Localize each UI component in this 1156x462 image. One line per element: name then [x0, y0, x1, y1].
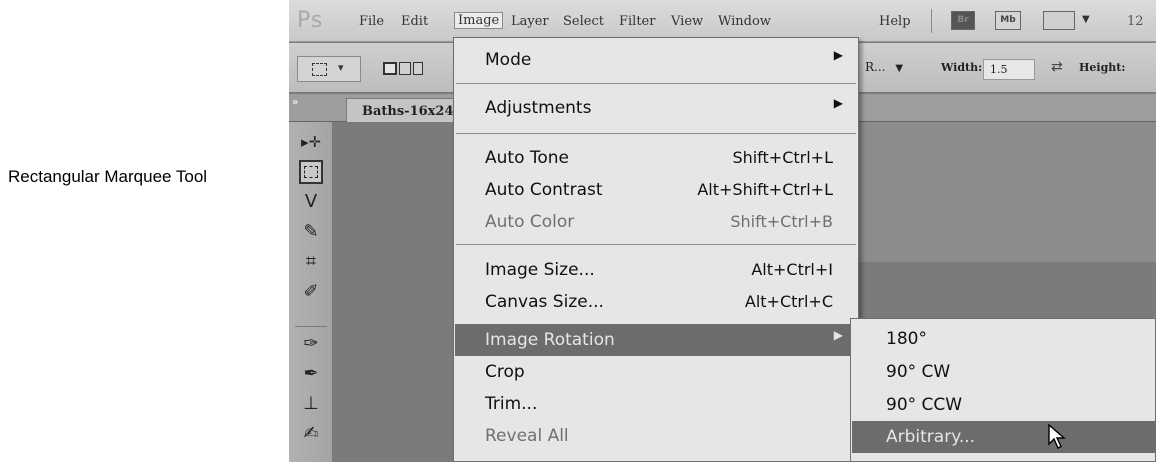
menu-file[interactable]: File	[359, 14, 384, 29]
menu-item-mode[interactable]: Mode ▶	[455, 44, 857, 76]
menu-item-label: Image Rotation	[485, 330, 615, 350]
add-to-selection-icon[interactable]	[399, 62, 411, 75]
new-selection-icon[interactable]	[383, 62, 397, 75]
submenu-item-label: 90° CW	[886, 362, 951, 382]
menu-item-label: Auto Contrast	[485, 180, 603, 200]
submenu-item-label: 90° CCW	[886, 395, 963, 415]
quick-selection-tool-icon[interactable]: ✎	[299, 220, 323, 244]
menu-item-label: Image Size...	[485, 260, 595, 280]
shortcut-label: Shift+Ctrl+B	[730, 212, 833, 231]
submenu-item-90-cw[interactable]: 90° CW	[852, 356, 1156, 388]
width-label: Width:	[941, 61, 983, 74]
triangle-right-icon: ▶	[833, 48, 843, 62]
menu-separator	[456, 133, 856, 134]
submenu-item-arbitrary[interactable]: Arbitrary...	[852, 421, 1156, 453]
swap-arrows-icon[interactable]: ⇄	[1051, 59, 1063, 75]
selection-mode-buttons	[377, 56, 457, 82]
width-input[interactable]: 1.5	[983, 59, 1035, 80]
menu-item-auto-contrast[interactable]: Auto Contrast Alt+Shift+Ctrl+L	[455, 174, 857, 206]
collapse-panel-icon[interactable]: »	[292, 97, 298, 108]
clone-stamp-tool-icon[interactable]: ⊥	[299, 392, 323, 416]
menu-help[interactable]: Help	[879, 14, 911, 29]
canvas-document	[854, 122, 1156, 262]
menu-separator	[456, 83, 856, 84]
marquee-icon	[312, 63, 327, 76]
menu-filter[interactable]: Filter	[619, 14, 655, 29]
lasso-tool-icon[interactable]: ᐯ	[299, 190, 323, 214]
zoom-level[interactable]: 12	[1127, 14, 1144, 29]
style-select-value: R...	[865, 60, 886, 74]
menu-item-adjustments[interactable]: Adjustments ▶	[455, 92, 857, 124]
bridge-button[interactable]: Br	[951, 11, 975, 30]
menu-item-auto-tone[interactable]: Auto Tone Shift+Ctrl+L	[455, 142, 857, 174]
menu-view[interactable]: View	[671, 14, 703, 29]
menu-item-crop[interactable]: Crop	[455, 356, 857, 388]
menu-item-label: Reveal All	[485, 426, 569, 446]
triangle-right-icon: ▶	[833, 328, 843, 342]
chevron-down-icon: ▾	[338, 61, 344, 74]
subtract-selection-icon[interactable]	[413, 62, 423, 75]
menu-item-canvas-size[interactable]: Canvas Size... Alt+Ctrl+C	[455, 286, 857, 318]
shortcut-label: Alt+Ctrl+I	[751, 260, 833, 279]
move-tool-icon[interactable]: ▸✛	[299, 130, 323, 154]
screen-mode-button[interactable]	[1043, 11, 1075, 30]
menu-item-label: Trim...	[485, 394, 538, 414]
tool-preset-picker[interactable]: ▾	[297, 56, 361, 82]
menu-item-image-rotation[interactable]: Image Rotation ▶	[455, 324, 857, 356]
mini-bridge-button[interactable]: Mb	[995, 11, 1021, 30]
shortcut-label: Alt+Ctrl+C	[744, 292, 833, 311]
menu-item-label: Auto Color	[485, 212, 575, 232]
submenu-item-180[interactable]: 180°	[852, 323, 1156, 355]
menu-window[interactable]: Window	[718, 14, 771, 29]
chevron-down-icon[interactable]: ▼	[1082, 14, 1090, 25]
photoshop-window: Ps File Edit Image Layer Select Filter V…	[289, 0, 1156, 462]
menu-item-label: Canvas Size...	[485, 292, 604, 312]
style-select[interactable]: R... ▼	[865, 60, 930, 80]
submenu-item-label: 180°	[886, 329, 927, 349]
menu-item-label: Mode	[485, 50, 532, 70]
image-rotation-submenu: 180° 90° CW 90° CCW Arbitrary...	[850, 318, 1156, 462]
menu-separator	[456, 244, 856, 245]
menu-item-label: Adjustments	[485, 98, 592, 118]
menu-item-auto-color: Auto Color Shift+Ctrl+B	[455, 206, 857, 238]
menu-item-image-size[interactable]: Image Size... Alt+Ctrl+I	[455, 254, 857, 286]
chevron-down-icon: ▼	[895, 63, 904, 74]
annotation-caption: Rectangular Marquee Tool	[8, 167, 208, 186]
menu-layer[interactable]: Layer	[511, 14, 549, 29]
height-label: Height:	[1079, 61, 1126, 74]
triangle-right-icon: ▶	[833, 96, 843, 110]
menu-item-reveal-all: Reveal All	[455, 420, 857, 452]
brush-tool-icon[interactable]: ✒	[299, 362, 323, 386]
tools-panel: ▸✛ ᐯ ✎ ⌗ ✐ ✑ ✒ ⊥ ✍	[289, 122, 333, 462]
history-brush-tool-icon[interactable]: ✍	[299, 422, 323, 446]
image-menu-dropdown: Mode ▶ Adjustments ▶ Auto Tone Shift+Ctr…	[453, 37, 859, 462]
menu-image[interactable]: Image	[454, 12, 504, 29]
menu-item-label: Crop	[485, 362, 525, 382]
eyedropper-tool-icon[interactable]: ✐	[299, 280, 323, 304]
shortcut-label: Alt+Shift+Ctrl+L	[697, 180, 833, 199]
menu-item-trim[interactable]: Trim...	[455, 388, 857, 420]
crop-tool-icon[interactable]: ⌗	[299, 250, 323, 274]
submenu-item-label: Arbitrary...	[886, 427, 976, 447]
submenu-item-90-ccw[interactable]: 90° CCW	[852, 389, 1156, 421]
menu-item-label: Auto Tone	[485, 148, 570, 168]
toolbox-divider	[295, 326, 327, 327]
spot-healing-tool-icon[interactable]: ✑	[299, 332, 323, 356]
menu-edit[interactable]: Edit	[401, 14, 428, 29]
menu-bar: Ps File Edit Image Layer Select Filter V…	[289, 0, 1156, 42]
mouse-pointer-icon	[1048, 424, 1066, 449]
rectangular-marquee-tool-icon[interactable]	[299, 160, 323, 184]
menubar-divider	[931, 9, 932, 33]
app-logo: Ps	[297, 8, 324, 33]
document-tab[interactable]: Baths-16x24	[346, 98, 466, 122]
menu-select[interactable]: Select	[563, 14, 604, 29]
shortcut-label: Shift+Ctrl+L	[732, 148, 833, 167]
